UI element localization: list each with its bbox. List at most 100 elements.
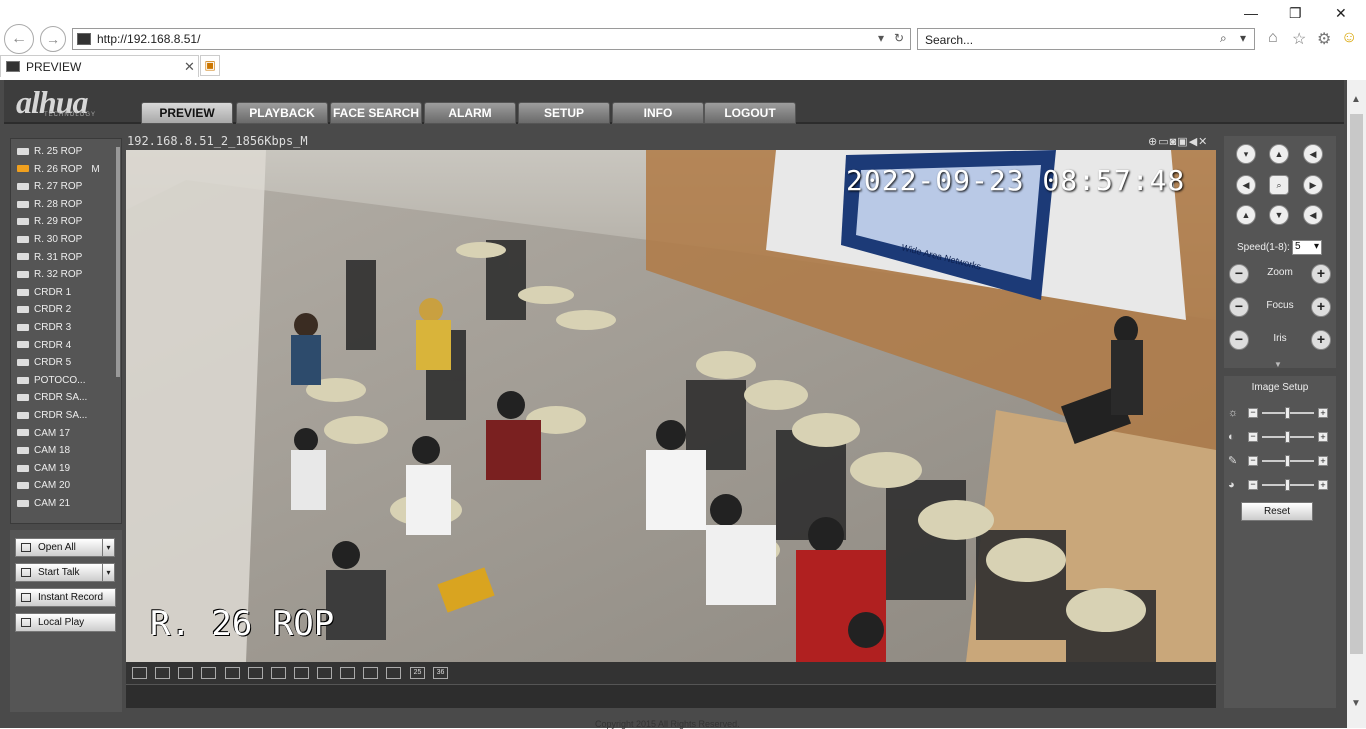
saturation-knob[interactable] xyxy=(1285,455,1290,467)
hue-slider[interactable]: ◕ − + xyxy=(1228,478,1332,492)
ptz-up-button[interactable]: ▲ xyxy=(1269,144,1289,164)
ptz-up-left-button[interactable]: ▾ xyxy=(1236,144,1256,164)
ptz-3d-position-button[interactable]: ⌕ xyxy=(1269,175,1289,195)
new-tab-button[interactable]: ▣ xyxy=(200,55,220,76)
saturation-slider[interactable]: ✎ − + xyxy=(1228,454,1332,468)
zoom-in-icon[interactable]: ⊕ xyxy=(1148,136,1158,148)
tab-alarm[interactable]: ALARM xyxy=(424,102,516,124)
camera-list-item[interactable]: CRDR 5 xyxy=(17,357,71,373)
tab-logout[interactable]: LOGOUT xyxy=(704,102,796,124)
brightness-knob[interactable] xyxy=(1285,407,1290,419)
camera-list-item[interactable]: CRDR SA... xyxy=(17,392,87,408)
layout-split-button[interactable] xyxy=(294,667,309,679)
camera-list-item[interactable]: CAM 21 xyxy=(17,498,70,514)
search-input[interactable]: Search... xyxy=(925,33,973,47)
chevron-down-icon[interactable]: ▾ xyxy=(878,31,884,45)
camera-list-item[interactable]: CAM 18 xyxy=(17,445,70,461)
layout-split-button[interactable]: 25 xyxy=(410,667,425,679)
close-video-icon[interactable]: ✕ xyxy=(1198,136,1208,148)
open-all-dropdown[interactable]: ▾ xyxy=(102,538,115,557)
layout-original-button[interactable] xyxy=(155,667,170,679)
camera-list-item[interactable]: R. 26 ROP M xyxy=(17,164,100,180)
address-bar[interactable]: http://192.168.8.51/ ▾ ↻ xyxy=(72,28,911,50)
tab-face-search[interactable]: FACE SEARCH xyxy=(330,102,422,124)
favorites-star-icon[interactable]: ☆ xyxy=(1292,29,1306,49)
forward-button[interactable]: → xyxy=(40,26,66,52)
camera-list-item[interactable]: CRDR 3 xyxy=(17,322,71,338)
refresh-icon[interactable]: ↻ xyxy=(894,31,904,45)
page-scrollbar[interactable]: ▲ ▼ xyxy=(1347,80,1366,728)
layout-split-button[interactable]: 36 xyxy=(433,667,448,679)
restore-icon[interactable]: ❐ xyxy=(1289,5,1302,22)
camera-list-item[interactable]: CRDR SA... xyxy=(17,410,87,426)
browser-tab[interactable]: PREVIEW ✕ xyxy=(0,55,199,77)
ptz-left-button[interactable]: ◀ xyxy=(1236,175,1256,195)
feedback-smiley-icon[interactable]: ☺ xyxy=(1341,29,1357,47)
camera-list-item[interactable]: CAM 19 xyxy=(17,463,70,479)
camera-list-scrollbar[interactable] xyxy=(116,147,120,377)
tab-preview[interactable]: PREVIEW xyxy=(141,102,233,124)
contrast-slider[interactable]: ◐ − + xyxy=(1228,430,1332,444)
chevron-down-icon[interactable]: ▾ xyxy=(1240,31,1246,45)
camera-list-item[interactable]: CAM 20 xyxy=(17,480,70,496)
layout-split-button[interactable] xyxy=(225,667,240,679)
collapse-arrow-icon[interactable]: ▼ xyxy=(1274,360,1282,369)
video-feed[interactable]: Wide Area Networks 2022-09-23 08:57:48 R… xyxy=(126,150,1216,662)
speaker-icon[interactable]: ◀ xyxy=(1189,136,1198,148)
camera-list-item[interactable]: R. 29 ROP xyxy=(17,216,82,232)
contrast-minus[interactable]: − xyxy=(1248,432,1258,442)
layout-stretch-button[interactable] xyxy=(178,667,193,679)
camera-list-item[interactable]: R. 27 ROP xyxy=(17,181,82,197)
ptz-down-left-button[interactable]: ▲ xyxy=(1236,205,1256,225)
local-play-button[interactable]: Local Play xyxy=(15,613,116,632)
layout-split-button[interactable] xyxy=(386,667,401,679)
layout-split-button[interactable] xyxy=(317,667,332,679)
camera-list-item[interactable]: R. 28 ROP xyxy=(17,199,82,215)
hue-minus[interactable]: − xyxy=(1248,480,1258,490)
focus-plus-button[interactable]: + xyxy=(1311,297,1331,317)
open-all-button[interactable]: Open All xyxy=(15,538,103,557)
ptz-down-right-button[interactable]: ◀ xyxy=(1303,205,1323,225)
search-icon[interactable]: ⌕ xyxy=(1220,31,1227,46)
hue-plus[interactable]: + xyxy=(1318,480,1328,490)
tab-setup[interactable]: SETUP xyxy=(518,102,610,124)
start-talk-button[interactable]: Start Talk xyxy=(15,563,103,582)
brightness-minus[interactable]: − xyxy=(1248,408,1258,418)
camera-list-item[interactable]: R. 32 ROP xyxy=(17,269,82,285)
scroll-up-icon[interactable]: ▲ xyxy=(1351,94,1361,105)
tab-playback[interactable]: PLAYBACK xyxy=(236,102,328,124)
saturation-minus[interactable]: − xyxy=(1248,456,1258,466)
camera-list-item[interactable]: CAM 17 xyxy=(17,428,70,444)
camera-list-item[interactable]: CRDR 2 xyxy=(17,304,71,320)
camera-list-item[interactable]: CRDR 4 xyxy=(17,340,71,356)
camera-list-item[interactable]: POTOCO... xyxy=(17,375,86,391)
camera-list-item[interactable]: R. 25 ROP xyxy=(17,146,82,162)
camera-list-item[interactable]: R. 31 ROP xyxy=(17,252,82,268)
layout-fullscreen-button[interactable] xyxy=(132,667,147,679)
camera-list-item[interactable]: CRDR 1 xyxy=(17,287,71,303)
window-icon[interactable]: ▭ xyxy=(1158,136,1169,148)
scroll-down-icon[interactable]: ▼ xyxy=(1351,698,1361,709)
layout-split-button[interactable] xyxy=(271,667,286,679)
start-talk-dropdown[interactable]: ▾ xyxy=(102,563,115,582)
hue-knob[interactable] xyxy=(1285,479,1290,491)
layout-split-button[interactable] xyxy=(248,667,263,679)
minimize-icon[interactable]: — xyxy=(1244,5,1258,21)
layout-split-button[interactable] xyxy=(363,667,378,679)
ptz-down-button[interactable]: ▼ xyxy=(1269,205,1289,225)
camera-list-item[interactable]: R. 30 ROP xyxy=(17,234,82,250)
back-button[interactable]: ← xyxy=(4,24,34,54)
iris-plus-button[interactable]: + xyxy=(1311,330,1331,350)
layout-wide-button[interactable] xyxy=(201,667,216,679)
home-icon[interactable]: ⌂ xyxy=(1268,29,1278,47)
instant-record-button[interactable]: Instant Record xyxy=(15,588,116,607)
record-icon[interactable]: ▣ xyxy=(1177,136,1188,148)
speed-select[interactable]: 5 ▾ xyxy=(1292,240,1322,255)
ptz-up-right-button[interactable]: ◀ xyxy=(1303,144,1323,164)
contrast-knob[interactable] xyxy=(1285,431,1290,443)
ptz-right-button[interactable]: ▶ xyxy=(1303,175,1323,195)
scrollbar-thumb[interactable] xyxy=(1350,114,1363,654)
tab-close-icon[interactable]: ✕ xyxy=(184,59,195,75)
contrast-plus[interactable]: + xyxy=(1318,432,1328,442)
settings-gear-icon[interactable]: ⚙ xyxy=(1317,29,1331,49)
